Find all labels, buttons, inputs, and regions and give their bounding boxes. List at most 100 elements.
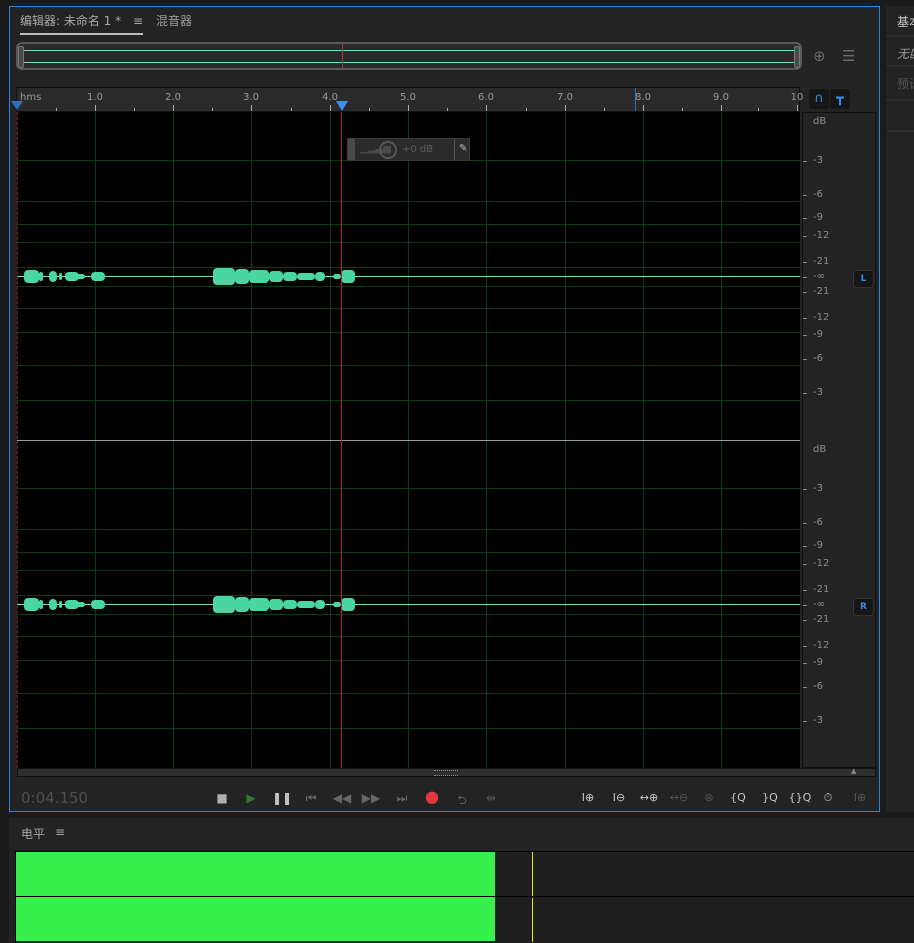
divider: [886, 99, 914, 101]
channel-badge-left[interactable]: L: [853, 270, 874, 288]
waveform-display[interactable]: [17, 112, 800, 768]
ruler-tick: [173, 105, 174, 111]
db-scale-tick: [803, 277, 807, 278]
right-panel-preset[interactable]: 预设: [897, 75, 914, 92]
ruler-minor-tick: [212, 108, 213, 111]
waveform-segment: [341, 598, 355, 611]
list-icon[interactable]: ☰: [842, 48, 855, 64]
db-scale-label: -9: [813, 212, 823, 223]
go-to-end-button[interactable]: ⏭: [392, 791, 412, 806]
db-scale-tick: [803, 195, 807, 196]
grid-line: [17, 365, 800, 366]
zoom-in-time-button[interactable]: ↔⊕: [637, 791, 661, 804]
fast-forward-button[interactable]: ▶▶: [361, 791, 381, 805]
ruler-tick-label: 10: [790, 92, 804, 103]
peak-indicator-right: [532, 898, 534, 942]
scroll-up-arrow-icon[interactable]: ▲: [851, 767, 856, 775]
db-scale-tick: [803, 161, 807, 162]
db-scale-tick: [803, 262, 807, 263]
time-display[interactable]: 0:04.150: [21, 789, 88, 807]
waveform-segment: [283, 272, 297, 281]
levels-menu-icon[interactable]: ≡: [55, 825, 65, 839]
pin-icon[interactable]: ✎: [459, 143, 467, 154]
ruler-minor-tick: [682, 108, 683, 111]
zoom-navigator-icon[interactable]: ⊕: [813, 48, 826, 64]
waveform-segment: [269, 599, 283, 610]
hud-divider: [454, 139, 455, 160]
ruler-tick: [408, 105, 409, 111]
rewind-button[interactable]: ◀◀: [332, 791, 352, 805]
db-scale-label: -21: [813, 286, 830, 297]
overview-bar[interactable]: [16, 42, 802, 70]
go-to-start-button[interactable]: ⏮: [301, 791, 321, 806]
tab-mixer[interactable]: 混音器: [156, 12, 192, 29]
heads-up-display: ▁▂▃▅ +0 dB ✎: [347, 138, 470, 161]
volume-knob[interactable]: [379, 141, 397, 159]
zoom-out-amplitude-button[interactable]: I⊖: [607, 791, 631, 804]
zoom-in-amplitude-button[interactable]: I⊕: [576, 791, 600, 804]
time-ruler[interactable]: hms 1.0 2.0 3.0 4.0 5.0 6.0 7.0 8.0 9.0 10: [11, 87, 803, 112]
levels-title[interactable]: 电平: [21, 825, 45, 842]
db-scale-label: -6: [813, 353, 823, 364]
overview-left-handle[interactable]: [18, 46, 24, 68]
play-button[interactable]: ▶: [241, 791, 261, 805]
db-scale-label: -12: [813, 558, 830, 569]
stop-button[interactable]: ■: [212, 791, 232, 805]
record-button[interactable]: ●: [422, 787, 442, 806]
waveform-segment: [24, 270, 39, 283]
tab-editor[interactable]: 编辑器: 未命名 1 * ≡: [20, 12, 144, 35]
editor-panel: 编辑器: 未命名 1 * ≡ 混音器 ⊕ ☰ hms 1.0 2.0 3.0 4.0 5…: [9, 6, 880, 812]
ruler-minor-tick: [447, 108, 448, 111]
marker-icon: ┳: [836, 91, 844, 106]
level-bar-left: [16, 852, 496, 896]
grid-line: [17, 201, 800, 202]
ruler-minor-tick: [134, 108, 135, 111]
loop-playback-button[interactable]: ⮌: [452, 791, 472, 812]
playhead-handle[interactable]: [336, 101, 348, 111]
grid-line: [17, 636, 800, 637]
db-scale[interactable]: dB dB -3 -6 -9 -12 -21 -∞ -21 -12 -9 -6 -3 -3 -6 -9 -1…: [802, 112, 876, 768]
zoom-selected-tracks-button[interactable]: I⊕: [848, 791, 872, 804]
channel-separator: [17, 440, 800, 441]
snap-toggle-button[interactable]: ∩: [809, 89, 829, 109]
waveform-segment: [75, 274, 85, 279]
db-scale-tick: [803, 721, 807, 722]
waveform-segment: [333, 602, 341, 607]
hud-drag-handle[interactable]: [348, 139, 355, 160]
zoom-in-at-in-point-button[interactable]: {Q: [726, 791, 750, 804]
marker-toggle-button[interactable]: ┳: [830, 89, 850, 109]
playhead[interactable]: [341, 112, 342, 768]
zoom-out-time-button[interactable]: ↔⊖: [667, 791, 691, 804]
grid-line: [17, 286, 800, 287]
scroll-grip[interactable]: [434, 770, 458, 776]
waveform-left-baseline: [17, 276, 800, 277]
grid-line: [17, 552, 800, 553]
volume-label: +0 dB: [402, 144, 434, 155]
horizontal-scrollbar[interactable]: ▲: [17, 767, 876, 777]
waveform-segment: [59, 273, 62, 280]
panel-menu-icon[interactable]: ≡: [133, 14, 143, 28]
db-scale-tick: [803, 292, 807, 293]
pause-button[interactable]: ❚❚: [272, 791, 292, 805]
skip-selection-button[interactable]: ⇹: [481, 791, 501, 805]
zoom-in-at-out-point-button[interactable]: }Q: [758, 791, 782, 804]
grid-line: [17, 529, 800, 530]
ruler-tick: [330, 105, 331, 111]
db-scale-tick: [803, 687, 807, 688]
waveform-segment: [39, 272, 43, 281]
overview-waveform-left: [22, 50, 796, 51]
channel-badge-right[interactable]: R: [853, 598, 874, 616]
waveform-segment: [59, 601, 62, 608]
right-panel-title[interactable]: 基本: [897, 13, 914, 30]
overview-right-handle[interactable]: [794, 46, 800, 68]
zoom-to-selection-button[interactable]: {}Q: [788, 791, 812, 804]
right-panel-status: 无匹: [897, 47, 914, 61]
waveform-segment: [269, 271, 283, 282]
in-point-marker[interactable]: [11, 101, 23, 110]
db-scale-label: -21: [813, 614, 830, 625]
grid-line: [17, 242, 800, 243]
zoom-out-full-button[interactable]: ⊛: [697, 791, 721, 804]
zoom-to-time-button[interactable]: ⏱: [816, 791, 840, 805]
waveform-segment: [315, 272, 325, 281]
db-scale-label: -6: [813, 189, 823, 200]
